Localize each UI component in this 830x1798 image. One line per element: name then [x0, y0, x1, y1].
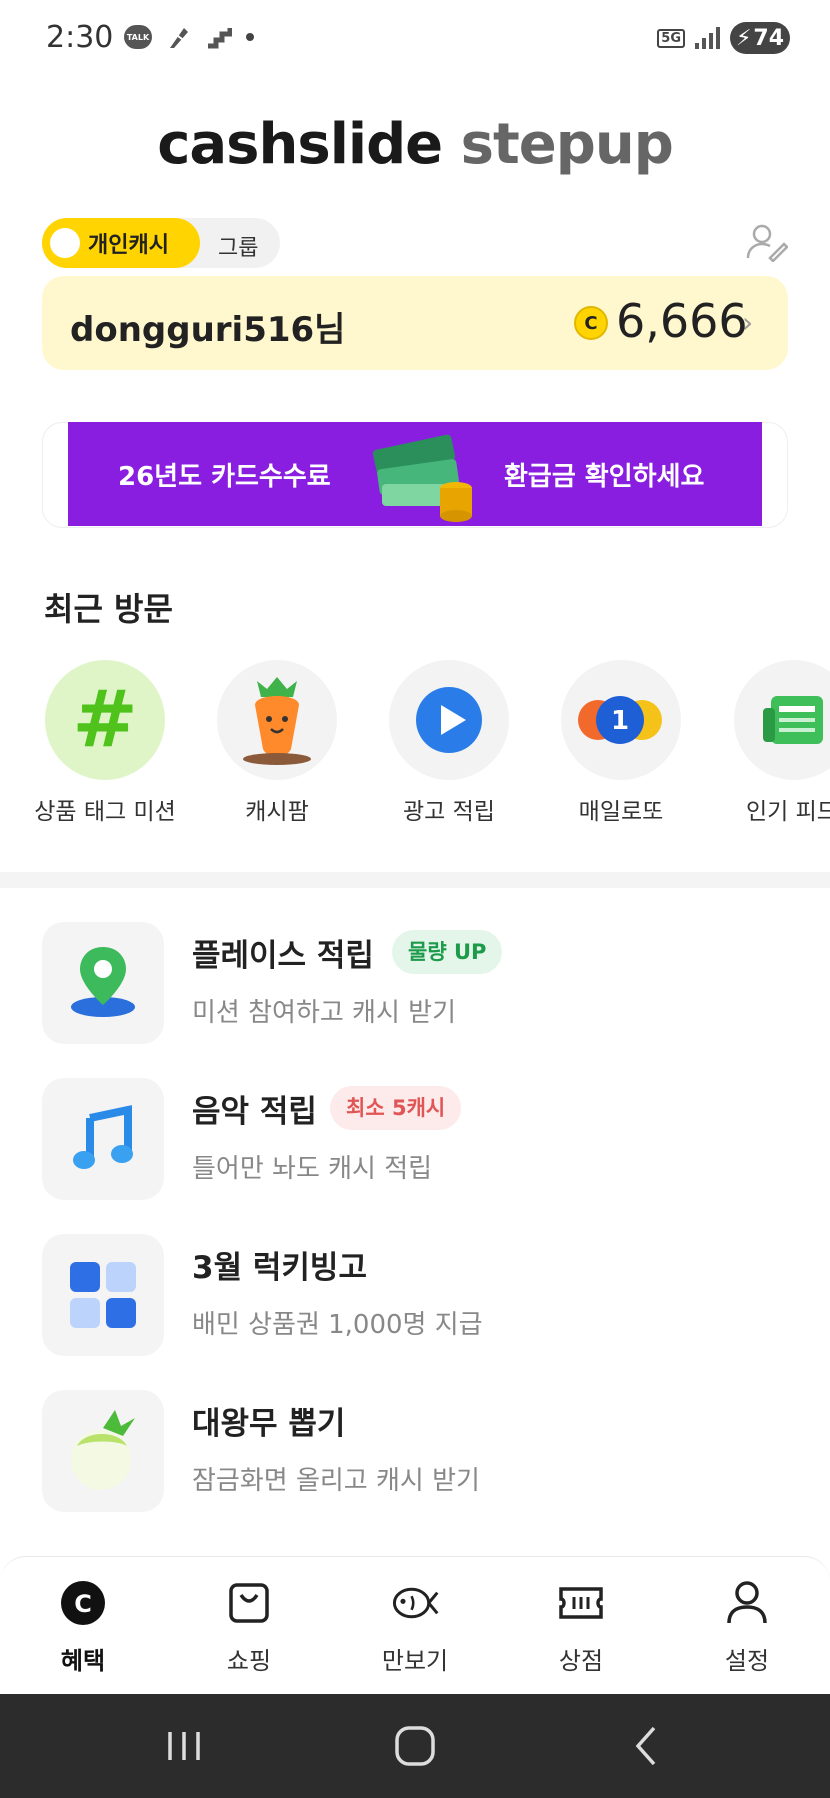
recent-item-label: 캐시팜: [245, 799, 309, 825]
feature-radish-pull[interactable]: 대왕무 뽑기 잠금화면 올리고 캐시 받기: [42, 1390, 802, 1512]
system-indicators: 5G ⚡ 74: [657, 22, 790, 54]
recent-item-product-tag[interactable]: # 상품 태그 미션: [20, 660, 190, 826]
home-icon[interactable]: [385, 1724, 445, 1768]
signal-icon: [695, 27, 720, 49]
recent-item-label: 인기 피드: [746, 799, 830, 825]
network-5g-icon: 5G: [657, 28, 685, 48]
nav-benefits[interactable]: C 혜택: [0, 1579, 166, 1676]
balance-card[interactable]: dongguri516님 C 6,666 ›: [42, 276, 788, 370]
system-navigation-bar: [0, 1694, 830, 1798]
recent-item-daily-lotto[interactable]: 1 매일로또: [536, 660, 706, 826]
back-icon[interactable]: [616, 1724, 676, 1768]
recent-item-label: 광고 적립: [403, 799, 495, 825]
feature-subtitle: 틀어만 놔도 캐시 적립: [192, 1154, 433, 1184]
feature-place-reward[interactable]: 플레이스 적립 물량 UP 미션 참여하고 캐시 받기: [42, 922, 802, 1044]
feature-title: 플레이스 적립: [192, 938, 374, 974]
toggle-group-label[interactable]: 그룹: [218, 230, 258, 262]
nav-store[interactable]: 상점: [498, 1579, 664, 1676]
chevron-right-icon: ›: [742, 306, 754, 339]
bingo-grid-icon: [42, 1234, 164, 1356]
status-time: 2:30: [46, 20, 114, 55]
battery-level: 74: [753, 25, 785, 51]
svg-text:#: #: [72, 680, 137, 760]
cash-coin-icon: C: [61, 1581, 105, 1625]
feature-title: 음악 적립: [192, 1094, 317, 1130]
recent-item-ad-reward[interactable]: 광고 적립: [364, 660, 534, 826]
recent-apps-icon[interactable]: [154, 1724, 214, 1768]
nav-shopping[interactable]: 쇼핑: [166, 1579, 332, 1676]
toggle-personal-label: 개인캐시: [88, 233, 169, 258]
toggle-personal[interactable]: 개인캐시: [42, 218, 200, 268]
status-bar: 2:30 TALK 5G ⚡ 74: [0, 0, 830, 80]
music-note-icon: [42, 1078, 164, 1200]
nav-label: 만보기: [381, 1647, 449, 1675]
app-logo: cashslide stepup: [0, 112, 830, 177]
newspaper-icon: [734, 660, 830, 780]
feature-badge: 최소 5캐시: [330, 1086, 462, 1130]
feather-icon: [170, 28, 188, 48]
banner-left-text: 26년도 카드수수료: [118, 462, 331, 492]
feature-lucky-bingo[interactable]: 3월 럭키빙고 배민 상품권 1,000명 지급: [42, 1234, 802, 1356]
recent-item-cashfarm[interactable]: 캐시팜: [192, 660, 362, 826]
kakaotalk-icon: TALK: [124, 25, 152, 49]
play-icon: [389, 660, 509, 780]
money-stack-icon: [372, 434, 472, 522]
feature-subtitle: 잠금화면 올리고 캐시 받기: [192, 1466, 480, 1496]
battery-indicator: ⚡ 74: [730, 22, 790, 54]
recent-item-popular-feed[interactable]: 인기 피드: [708, 660, 830, 826]
section-divider: [0, 872, 830, 888]
promo-banner[interactable]: 26년도 카드수수료 환급금 확인하세요: [68, 422, 762, 526]
person-icon: [727, 1581, 767, 1624]
banner-right-text: 환급금 확인하세요: [504, 462, 705, 492]
radish-icon: [42, 1390, 164, 1512]
charging-icon: ⚡: [735, 25, 752, 51]
bottom-navigation: C 혜택 쇼핑 만보기 상점 설정: [0, 1556, 830, 1694]
recent-item-label: 매일로또: [578, 799, 664, 825]
feature-subtitle: 배민 상품권 1,000명 지급: [192, 1310, 483, 1340]
stairs-icon: [208, 28, 232, 49]
shopping-bag-icon: [229, 1583, 269, 1623]
feature-subtitle: 미션 참여하고 캐시 받기: [192, 998, 456, 1028]
more-notifications-dot: [246, 33, 254, 41]
hashtag-icon: #: [45, 660, 165, 780]
map-pin-icon: [42, 922, 164, 1044]
lotto-ball-icon: 1: [561, 660, 681, 780]
notification-icons: TALK: [124, 24, 254, 50]
svg-text:1: 1: [611, 706, 629, 736]
carrot-icon: [217, 660, 337, 780]
nav-label: 상점: [558, 1647, 604, 1675]
recent-visits-title: 최근 방문: [44, 590, 173, 628]
feature-title: 대왕무 뽑기: [192, 1406, 346, 1442]
nav-pedometer[interactable]: 만보기: [332, 1579, 498, 1676]
recent-item-label: 상품 태그 미션: [34, 799, 176, 825]
points-balance: 6,666: [616, 294, 748, 348]
nav-settings[interactable]: 설정: [664, 1579, 830, 1676]
ticket-icon: [559, 1587, 603, 1619]
feature-badge: 물량 UP: [392, 930, 503, 974]
logo-secondary: stepup: [460, 112, 674, 177]
nav-label: 설정: [724, 1647, 770, 1675]
logo-primary: cashslide: [157, 112, 443, 177]
profile-edit-icon[interactable]: [744, 222, 788, 262]
nav-label: 쇼핑: [226, 1647, 272, 1675]
svg-text:C: C: [74, 1590, 92, 1618]
nav-label: 혜택: [60, 1647, 106, 1675]
toggle-knob: [50, 228, 80, 258]
feature-music-reward[interactable]: 음악 적립 최소 5캐시 틀어만 놔도 캐시 적립: [42, 1078, 802, 1200]
username: dongguri516님: [70, 310, 346, 350]
coin-icon: C: [574, 306, 608, 340]
account-type-toggle[interactable]: 개인캐시 그룹: [42, 218, 280, 268]
feature-title: 3월 럭키빙고: [192, 1250, 367, 1286]
fish-icon: [392, 1587, 439, 1619]
